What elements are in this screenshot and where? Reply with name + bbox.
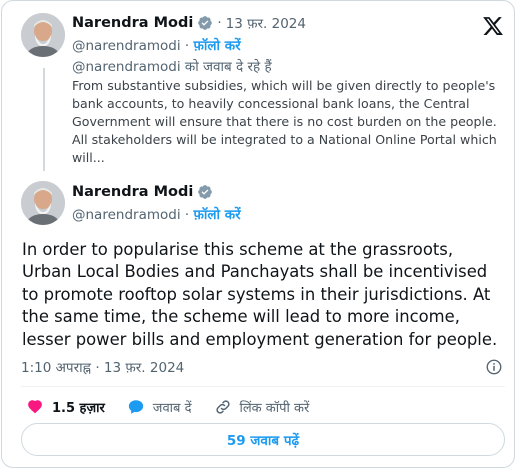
separator-dot: · [184,207,190,223]
quoted-tweet-text[interactable]: From substantive subsidies, which will b… [72,77,502,167]
avatar[interactable] [21,13,65,57]
follow-button[interactable]: फ़ॉलो करें [193,38,240,54]
reply-context: @narendramodi को जवाब दे रहे हैं [72,59,272,75]
tweet-embed-card: Narendra Modi · 13 फ़र. 2024 @narendramo… [1,0,515,468]
info-icon[interactable] [485,358,503,376]
avatar[interactable] [21,181,65,225]
read-replies-button[interactable]: 59 जवाब पढ़ें [21,423,505,456]
copy-link-button[interactable]: लिंक कॉपी करें [214,398,310,416]
reply-bubble-icon [128,400,143,414]
separator-dot: · [95,360,100,376]
heart-icon [28,400,42,414]
follow-button[interactable]: फ़ॉलो करें [193,207,240,223]
like-button[interactable]: 1.5 हज़ार [26,398,105,416]
author-name[interactable]: Narendra Modi [72,184,193,200]
author-handle[interactable]: @narendramodi [72,38,181,54]
tweet-timestamp[interactable]: 1:10 अपराह्न · 13 फ़र. 2024 [21,358,184,376]
tweet-text: In order to popularise this scheme at th… [22,240,498,349]
verified-badge-icon [198,185,213,199]
author-handle[interactable]: @narendramodi [72,207,181,223]
main-author-row: Narendra Modi [72,184,213,200]
separator-dot: · [217,15,222,31]
author-name[interactable]: Narendra Modi [72,15,193,31]
thread-connector-line [43,68,45,171]
main-handle-row: @narendramodi · फ़ॉलो करें [72,205,241,223]
quoted-author-row: Narendra Modi · 13 फ़र. 2024 [72,14,306,32]
divider [21,386,505,387]
x-logo-icon[interactable] [482,15,504,37]
link-icon [215,400,230,414]
reply-button[interactable]: जवाब दें [127,398,192,416]
reply-label: जवाब दें [152,401,192,416]
verified-badge-icon [198,16,213,30]
quoted-handle-row: @narendramodi · फ़ॉलो करें [72,36,241,54]
likes-count: 1.5 हज़ार [52,401,105,416]
tweet-date[interactable]: 13 फ़र. 2024 [226,14,306,32]
tweet-time[interactable]: 1:10 अपराह्न [21,360,91,376]
separator-dot: · [184,38,190,54]
tweet-date[interactable]: 13 फ़र. 2024 [104,360,184,376]
action-bar: 1.5 हज़ार जवाब दें लिंक कॉपी करें [26,398,331,416]
copy-link-label: लिंक कॉपी करें [239,401,310,416]
